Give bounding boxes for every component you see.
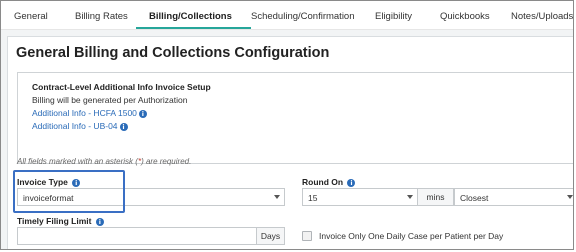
ub-04-link-label[interactable]: Additional Info - UB-04: [32, 121, 118, 131]
app-window: General Billing Rates Billing/Collection…: [0, 0, 574, 250]
configuration-panel: General Billing and Collections Configur…: [7, 36, 573, 249]
round-on-label-text: Round On: [302, 177, 344, 187]
content-area: General Billing and Collections Configur…: [1, 30, 573, 249]
tab-general[interactable]: General: [14, 11, 48, 22]
round-on-method-select[interactable]: Closest: [454, 188, 573, 206]
tab-eligibility[interactable]: Eligibility: [375, 11, 412, 22]
mins-unit-label: mins: [418, 188, 454, 206]
required-note-before: All fields marked with an asterisk (: [17, 157, 138, 166]
info-box-title: Contract-Level Additional Info Invoice S…: [32, 82, 211, 92]
timely-filing-input[interactable]: [17, 227, 257, 245]
hcfa-1500-link[interactable]: Additional Info - HCFA 1500 i: [32, 108, 147, 118]
timely-filing-label: Timely Filing Limit i: [17, 216, 104, 226]
timely-filing-label-text: Timely Filing Limit: [17, 216, 92, 226]
days-unit-label: Days: [257, 227, 285, 245]
tab-bar: General Billing Rates Billing/Collection…: [1, 1, 573, 31]
round-on-method-value: Closest: [460, 193, 489, 203]
round-on-amount-select[interactable]: 15: [302, 188, 418, 206]
daily-case-checkbox[interactable]: [302, 231, 312, 241]
tab-scheduling-confirmation[interactable]: Scheduling/Confirmation: [251, 11, 355, 22]
chevron-down-icon: [274, 195, 280, 199]
chevron-down-icon: [407, 195, 413, 199]
info-icon[interactable]: i: [138, 109, 147, 118]
info-icon[interactable]: i: [95, 217, 104, 226]
page-title: General Billing and Collections Configur…: [16, 45, 330, 61]
required-note-after: ) are required.: [141, 157, 192, 166]
additional-info-box: Contract-Level Additional Info Invoice S…: [17, 72, 573, 164]
info-icon[interactable]: i: [347, 178, 356, 187]
tab-billing-rates[interactable]: Billing Rates: [75, 11, 128, 22]
chevron-down-icon: [567, 195, 573, 199]
ub-04-link[interactable]: Additional Info - UB-04 i: [32, 121, 128, 131]
tab-billing-collections[interactable]: Billing/Collections: [149, 11, 232, 22]
invoice-type-highlight: [13, 170, 125, 213]
hcfa-1500-link-label[interactable]: Additional Info - HCFA 1500: [32, 108, 137, 118]
tab-quickbooks[interactable]: Quickbooks: [440, 11, 490, 22]
billing-generation-text: Billing will be generated per Authorizat…: [32, 95, 188, 105]
round-on-amount-value: 15: [308, 193, 318, 203]
required-fields-note: All fields marked with an asterisk (*) a…: [17, 157, 191, 166]
daily-case-checkbox-label[interactable]: Invoice Only One Daily Case per Patient …: [319, 231, 503, 241]
info-icon[interactable]: i: [119, 122, 128, 131]
tab-notes-uploads[interactable]: Notes/Uploads: [511, 11, 573, 22]
round-on-label: Round On i: [302, 177, 356, 187]
